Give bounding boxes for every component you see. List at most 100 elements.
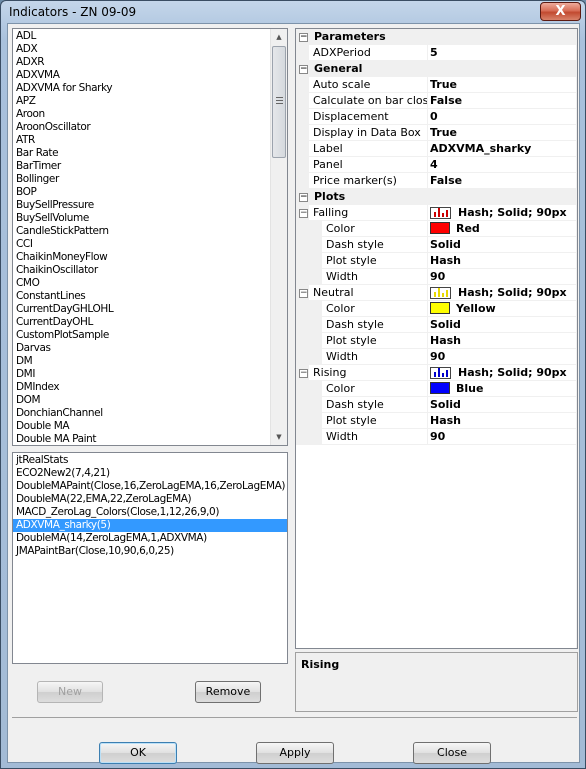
title-bar[interactable]: Indicators - ZN 09-09 X [1,1,585,23]
property-row[interactable]: Rising Hash; Solid; 90px − [296,365,577,381]
property-value[interactable]: True [428,125,577,141]
property-value[interactable]: 90 [428,269,577,285]
applied-indicator-item[interactable]: MACD_ZeroLag_Colors(Close,1,12,26,9,0) [13,506,287,519]
property-row[interactable]: Label ADXVMA_sharky [296,141,577,157]
property-value[interactable]: Hash; Solid; 90px [428,205,577,221]
list-item[interactable]: AroonOscillator [13,121,270,134]
property-value[interactable]: False [428,173,577,189]
applied-indicators-listbox[interactable]: jtRealStats ECO2New2(7,4,21) DoubleMAPaint… [12,452,288,664]
list-item[interactable]: ADL [13,30,270,43]
property-value[interactable]: Solid [428,397,577,413]
property-row[interactable]: Plot style Hash [296,253,577,269]
list-item[interactable]: DMI [13,368,270,381]
applied-indicator-item[interactable]: jtRealStats [13,454,287,467]
list-item[interactable]: ADXVMA [13,69,270,82]
property-value[interactable]: 0 [428,109,577,125]
minus-box-icon[interactable]: − [299,369,308,378]
list-item[interactable]: BOP [13,186,270,199]
applied-indicator-item[interactable]: DoubleMA(22,EMA,22,ZeroLagEMA) [13,493,287,506]
scroll-up-arrow-icon[interactable]: ▲ [271,29,287,45]
property-value[interactable]: 5 [428,45,577,61]
property-row[interactable]: Displacement 0 [296,109,577,125]
list-item[interactable]: Double MA Paint [13,433,270,445]
category-row[interactable]: − Plots [296,189,577,205]
list-item[interactable]: CurrentDayOHL [13,316,270,329]
property-value[interactable]: 90 [428,349,577,365]
list-item[interactable]: Aroon [13,108,270,121]
property-value[interactable]: Hash [428,333,577,349]
list-item[interactable]: ADXR [13,56,270,69]
list-item[interactable]: CMO [13,277,270,290]
category-row[interactable]: − Parameters [296,29,577,45]
property-value[interactable]: Solid [428,317,577,333]
remove-button[interactable]: Remove [195,681,261,703]
list-item[interactable]: BuySellPressure [13,199,270,212]
property-row[interactable]: Panel 4 [296,157,577,173]
available-scrollbar[interactable]: ▲ ▼ [270,29,287,445]
minus-box-icon[interactable]: − [299,65,308,74]
property-row[interactable]: Auto scale True [296,77,577,93]
list-item[interactable]: CandleStickPattern [13,225,270,238]
list-item[interactable]: DOM [13,394,270,407]
applied-indicator-item[interactable]: JMAPaintBar(Close,10,90,6,0,25) [13,545,287,558]
close-button[interactable]: Close [413,742,491,764]
list-item[interactable]: DonchianChannel [13,407,270,420]
list-item[interactable]: ConstantLines [13,290,270,303]
window-close-button[interactable]: X [540,2,581,21]
list-item[interactable]: CCI [13,238,270,251]
applied-indicator-item[interactable]: DoubleMAPaint(Close,16,ZeroLagEMA,16,Zer… [13,480,287,493]
scroll-thumb[interactable] [272,46,286,158]
applied-indicator-item[interactable]: DoubleMA(14,ZeroLagEMA,1,ADXVMA) [13,532,287,545]
list-item[interactable]: DM [13,355,270,368]
list-item[interactable]: ChaikinOscillator [13,264,270,277]
list-item[interactable]: ADXVMA for Sharky [13,82,270,95]
property-row[interactable]: ADXPeriod 5 [296,45,577,61]
scroll-down-arrow-icon[interactable]: ▼ [271,429,287,445]
list-item[interactable]: ChaikinMoneyFlow [13,251,270,264]
property-value[interactable]: ADXVMA_sharky [428,141,577,157]
minus-box-icon[interactable]: − [299,209,308,218]
list-item[interactable]: ATR [13,134,270,147]
list-item[interactable]: Bollinger [13,173,270,186]
apply-button[interactable]: Apply [256,742,334,764]
property-value[interactable]: Hash; Solid; 90px [428,365,577,381]
property-value[interactable]: Blue [428,381,577,397]
property-row[interactable]: Dash style Solid [296,237,577,253]
applied-indicator-item[interactable]: ECO2New2(7,4,21) [13,467,287,480]
property-row[interactable]: Plot style Hash [296,333,577,349]
ok-button[interactable]: OK [99,742,177,764]
list-item[interactable]: BuySellVolume [13,212,270,225]
minus-box-icon[interactable]: − [299,193,308,202]
category-row[interactable]: − General [296,61,577,77]
list-item[interactable]: BarTimer [13,160,270,173]
property-value[interactable]: Hash [428,253,577,269]
property-row[interactable]: Width 90 [296,429,577,445]
list-item[interactable]: Bar Rate [13,147,270,160]
property-value[interactable]: Solid [428,237,577,253]
list-item[interactable]: Double MA [13,420,270,433]
property-value[interactable]: True [428,77,577,93]
property-row[interactable]: Width 90 [296,349,577,365]
property-row[interactable]: Calculate on bar close False [296,93,577,109]
property-value[interactable]: Red [428,221,577,237]
list-item[interactable]: ADX [13,43,270,56]
property-value[interactable]: Hash [428,413,577,429]
property-row[interactable]: Width 90 [296,269,577,285]
property-row[interactable]: Display in Data Box True [296,125,577,141]
property-row[interactable]: Neutral Hash; Solid; 90px − [296,285,577,301]
minus-box-icon[interactable]: − [299,289,308,298]
property-row[interactable]: Color Yellow [296,301,577,317]
property-row[interactable]: Dash style Solid [296,397,577,413]
property-value[interactable]: Yellow [428,301,577,317]
property-row[interactable]: Color Red [296,221,577,237]
available-indicators-listbox[interactable]: ADL ADX ADXR ADXVMA ADXVMA for Sharky APZ Aroo… [12,28,288,446]
property-row[interactable]: Falling Hash; Solid; 90px − [296,205,577,221]
list-item[interactable]: APZ [13,95,270,108]
property-value[interactable]: 90 [428,429,577,445]
list-item[interactable]: CustomPlotSample [13,329,270,342]
minus-box-icon[interactable]: − [299,33,308,42]
applied-indicator-item[interactable]: ADXVMA_sharky(5) [13,519,287,532]
property-row[interactable]: Plot style Hash [296,413,577,429]
list-item[interactable]: CurrentDayGHLOHL [13,303,270,316]
property-row[interactable]: Price marker(s) False [296,173,577,189]
